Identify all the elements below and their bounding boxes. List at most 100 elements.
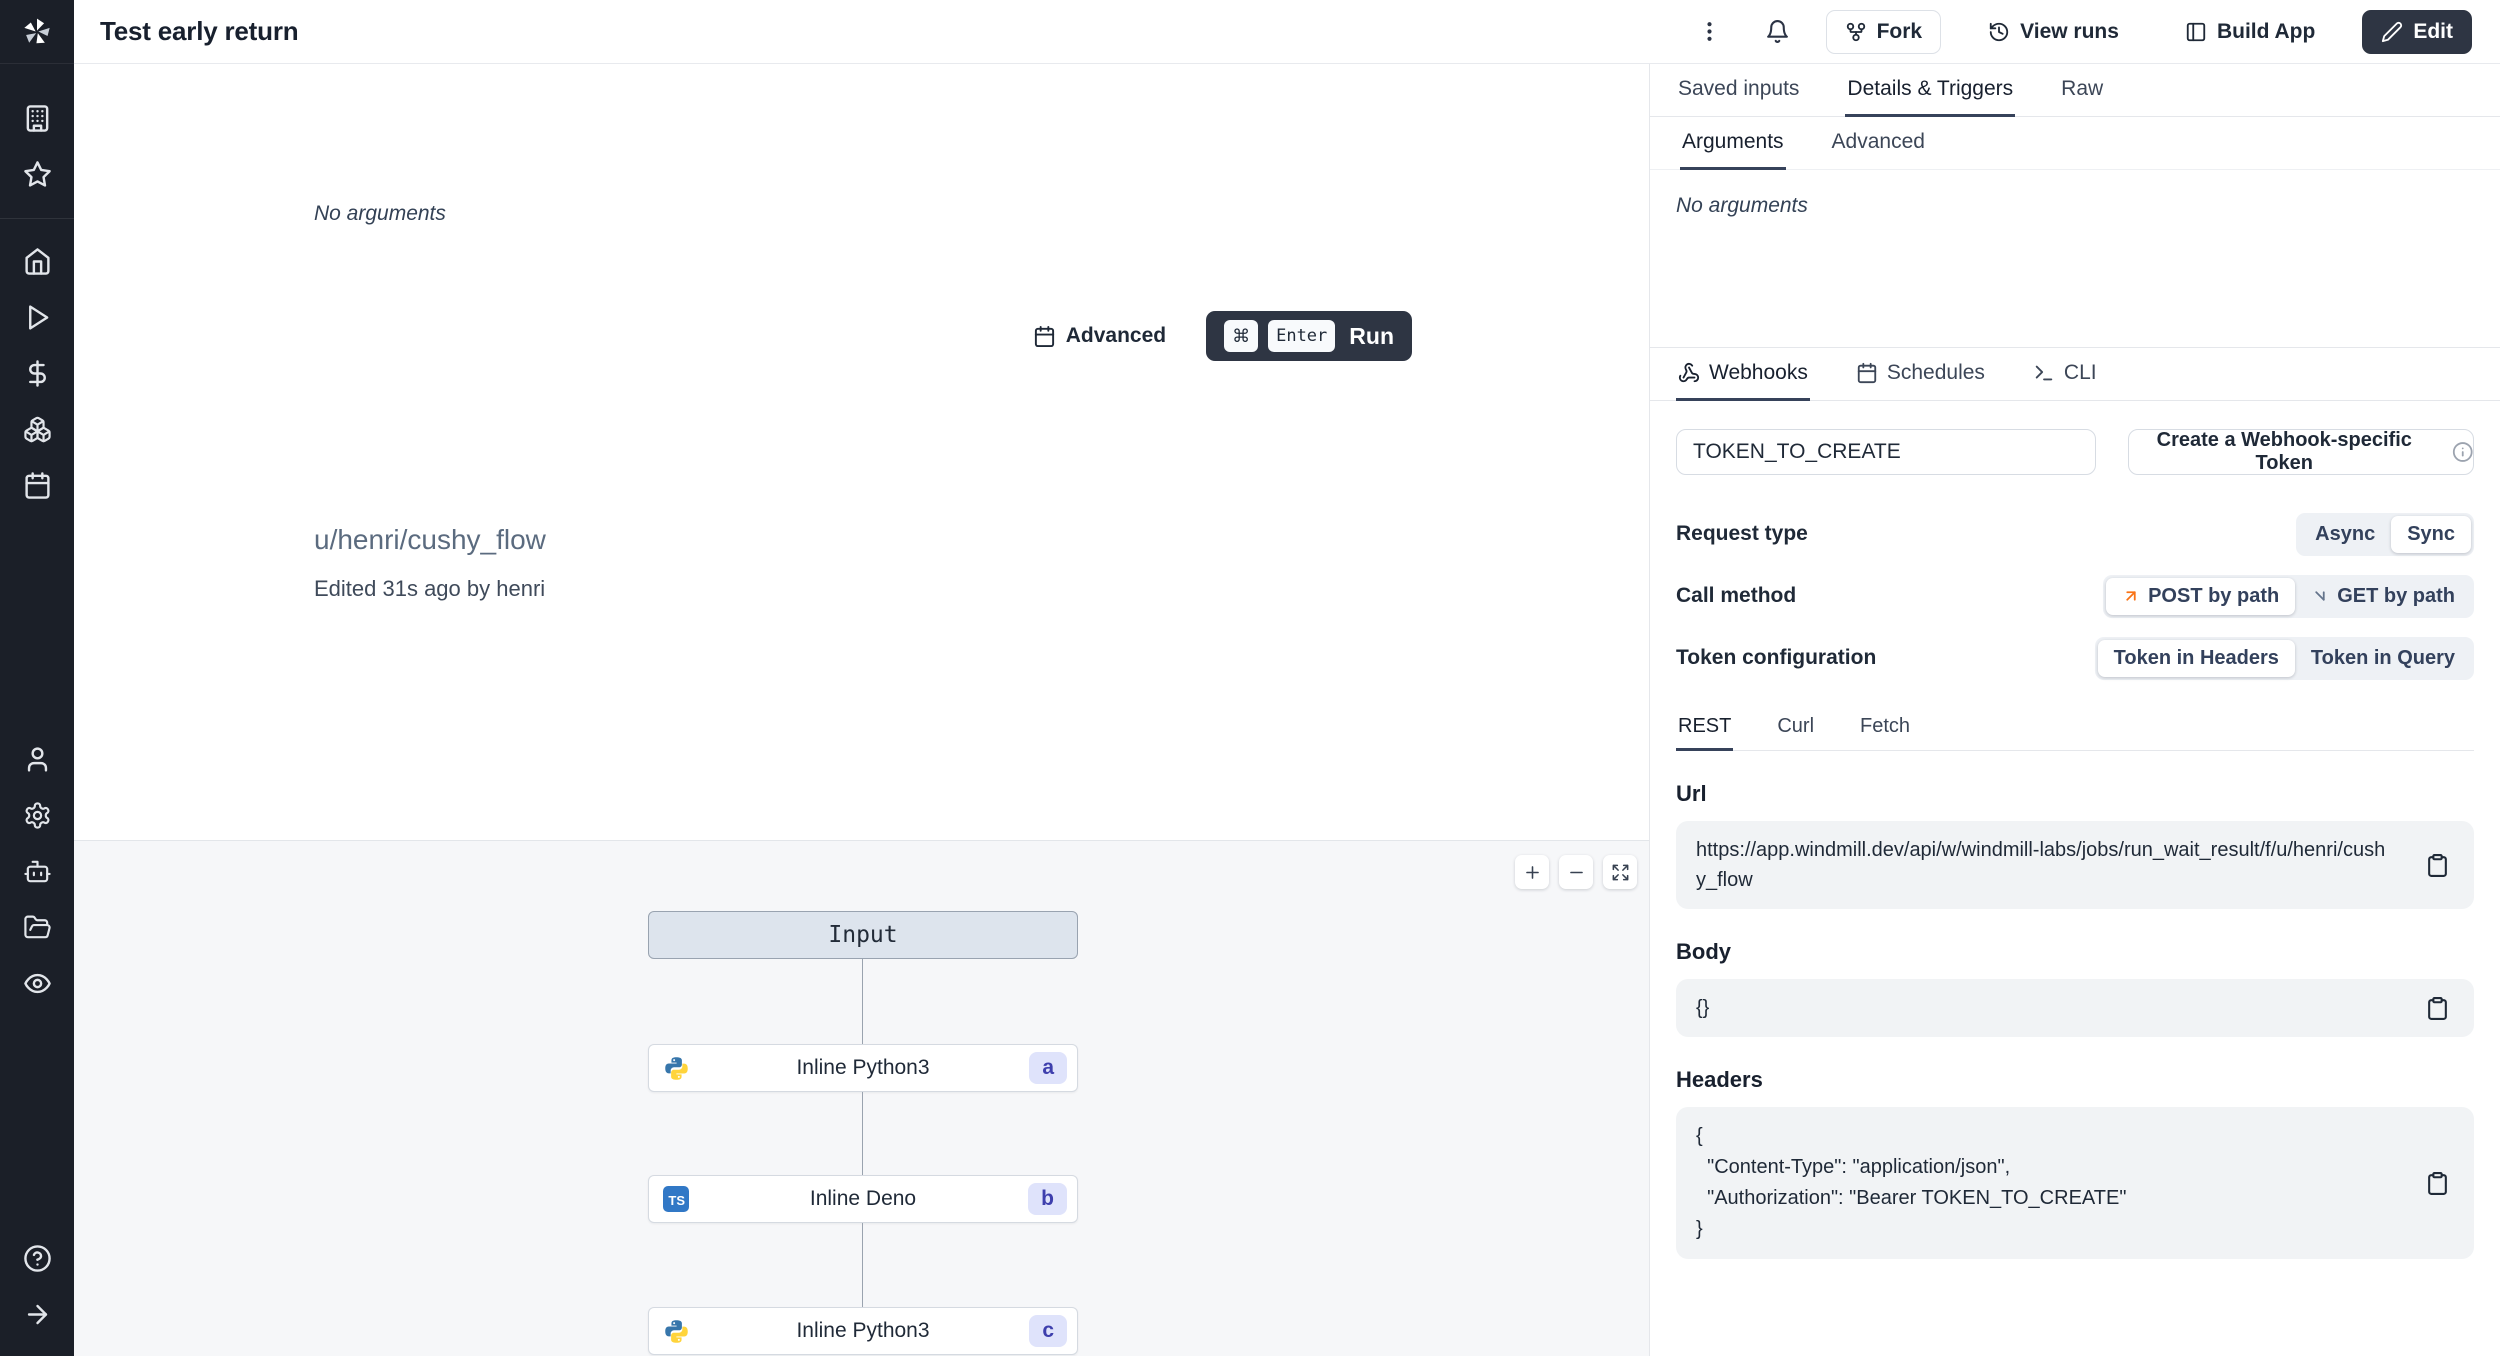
bot-icon: [23, 860, 51, 883]
create-webhook-token-button[interactable]: Create a Webhook-specific Token: [2128, 429, 2474, 475]
sidebar-item-resources[interactable]: [15, 407, 59, 451]
call-method-row: Call method POST by path GET by path: [1676, 565, 2474, 627]
edge-input-a: [862, 959, 863, 1044]
tab-curl[interactable]: Curl: [1775, 705, 1816, 751]
call-method-label: Call method: [1676, 584, 1797, 607]
gear-icon: [25, 802, 49, 829]
token-configuration-label: Token configuration: [1676, 646, 1877, 669]
sidebar-item-settings[interactable]: [15, 794, 59, 838]
node-a-badge: a: [1029, 1052, 1067, 1084]
run-pane: No arguments Advanced ⌘ Enter Run u/henr…: [74, 64, 1649, 840]
copy-url-button[interactable]: [2420, 848, 2454, 882]
request-type-toggle: Async Sync: [2296, 512, 2474, 556]
topbar: Test early return Fork View runs Build A…: [74, 0, 2500, 64]
token-in-headers-option[interactable]: Token in Headers: [2097, 639, 2295, 677]
token-configuration-row: Token configuration Token in Headers Tok…: [1676, 627, 2474, 689]
pencil-icon: [2382, 21, 2403, 42]
flow-node-c[interactable]: Inline Python3 c: [648, 1307, 1078, 1355]
sidebar-item-users[interactable]: [15, 738, 59, 782]
tab-webhooks[interactable]: Webhooks: [1676, 348, 1810, 401]
flow-canvas: Input Inline Python3 a TS Inline Deno b …: [74, 840, 1649, 1356]
view-runs-label: View runs: [2020, 19, 2119, 43]
content-row: No arguments Advanced ⌘ Enter Run u/henr…: [74, 64, 2500, 1356]
calendar-icon: [1857, 362, 1877, 384]
code-tabs: REST Curl Fetch: [1676, 705, 2474, 751]
fork-button[interactable]: Fork: [1825, 9, 1942, 54]
tab-cli-label: CLI: [2063, 361, 2097, 384]
tab-fetch[interactable]: Fetch: [1858, 705, 1912, 751]
sidebar-item-audit[interactable]: [15, 962, 59, 1006]
sidebar-item-runs[interactable]: [15, 295, 59, 339]
sidebar-item-schedules[interactable]: [15, 463, 59, 507]
fit-view-button[interactable]: [1603, 855, 1637, 889]
post-by-path-option[interactable]: POST by path: [2106, 577, 2296, 615]
token-input[interactable]: [1676, 429, 2096, 475]
advanced-button-label: Advanced: [1065, 324, 1167, 347]
sync-option[interactable]: Sync: [2391, 515, 2471, 553]
get-by-path-option[interactable]: GET by path: [2295, 578, 2471, 615]
sidebar-item-home[interactable]: [15, 239, 59, 283]
terminal-icon: [2035, 365, 2053, 381]
user-icon: [27, 747, 47, 772]
build-app-button[interactable]: Build App: [2165, 9, 2335, 54]
body-label: Body: [1676, 939, 1731, 964]
panel-no-arguments-text: No arguments: [1676, 194, 1808, 217]
post-by-path-label: POST by path: [2148, 584, 2280, 607]
headers-value: { "Content-Type": "application/json", "A…: [1696, 1125, 2127, 1240]
copy-body-button[interactable]: [2420, 991, 2454, 1025]
arrow-right-icon: [27, 1304, 47, 1324]
async-option[interactable]: Async: [2299, 516, 2391, 553]
tab-cli[interactable]: CLI: [2031, 348, 2099, 401]
view-runs-button[interactable]: View runs: [1969, 9, 2138, 54]
app-root: Test early return Fork View runs Build A…: [0, 0, 2500, 1356]
subtab-advanced[interactable]: Advanced: [1830, 117, 1927, 170]
windmill-logo[interactable]: [0, 0, 74, 64]
info-icon: [2452, 442, 2473, 462]
input-node-label: Input: [828, 922, 898, 948]
sidebar-item-workspace[interactable]: [15, 96, 59, 140]
flow-node-input[interactable]: Input: [648, 911, 1078, 959]
copy-headers-button[interactable]: [2420, 1166, 2454, 1200]
token-in-query-option[interactable]: Token in Query: [2295, 640, 2471, 677]
webhook-config-rows: Request type Async Sync Call method POST…: [1676, 503, 2474, 689]
sidebar-item-ai[interactable]: [15, 850, 59, 894]
sidebar-item-help[interactable]: [15, 1236, 59, 1280]
tab-raw[interactable]: Raw: [2059, 64, 2105, 117]
run-button[interactable]: ⌘ Enter Run: [1206, 311, 1412, 361]
url-value: https://app.windmill.dev/api/w/windmill-…: [1696, 839, 2386, 891]
more-menu-button[interactable]: [1690, 12, 1730, 52]
notifications-button[interactable]: [1758, 12, 1798, 52]
flow-node-b[interactable]: TS Inline Deno b: [648, 1175, 1078, 1223]
flow-node-a[interactable]: Inline Python3 a: [648, 1044, 1078, 1092]
tab-details-triggers[interactable]: Details & Triggers: [1845, 64, 2016, 117]
sidebar-item-folders[interactable]: [15, 906, 59, 950]
plus-icon: [1525, 865, 1539, 879]
subtab-arguments[interactable]: Arguments: [1680, 117, 1786, 170]
sidebar-item-favorites[interactable]: [15, 152, 59, 196]
sidebar-group-main: [0, 233, 74, 513]
clipboard-icon: [2427, 996, 2447, 1020]
sidebar-item-variables[interactable]: [15, 351, 59, 395]
kebab-icon: [1707, 22, 1712, 41]
advanced-button[interactable]: Advanced: [1033, 324, 1166, 348]
main-area: No arguments Advanced ⌘ Enter Run u/henr…: [74, 64, 1650, 1356]
sidebar-item-collapse[interactable]: [15, 1292, 59, 1336]
tab-rest[interactable]: REST: [1676, 705, 1734, 751]
headers-label: Headers: [1676, 1067, 1763, 1092]
dollar-icon: [28, 359, 46, 387]
sidebar-group-footer: [0, 1230, 74, 1356]
zoom-out-button[interactable]: [1559, 855, 1593, 889]
edit-button[interactable]: Edit: [2362, 9, 2472, 54]
main-column: Test early return Fork View runs Build A…: [74, 0, 2500, 1356]
minus-icon: [1569, 871, 1583, 873]
tab-saved-inputs[interactable]: Saved inputs: [1676, 64, 1801, 117]
details-panel: Saved inputs Details & Triggers Raw Argu…: [1650, 64, 2500, 1356]
edge-b-c: [862, 1223, 863, 1307]
building-icon: [26, 104, 48, 132]
zoom-in-button[interactable]: [1515, 855, 1549, 889]
get-by-path-label: GET by path: [2337, 584, 2455, 607]
sidebar-group-admin: [0, 732, 74, 1012]
tab-schedules[interactable]: Schedules: [1854, 348, 1987, 401]
token-row: Create a Webhook-specific Token: [1676, 429, 2474, 475]
run-button-label: Run: [1349, 322, 1394, 349]
